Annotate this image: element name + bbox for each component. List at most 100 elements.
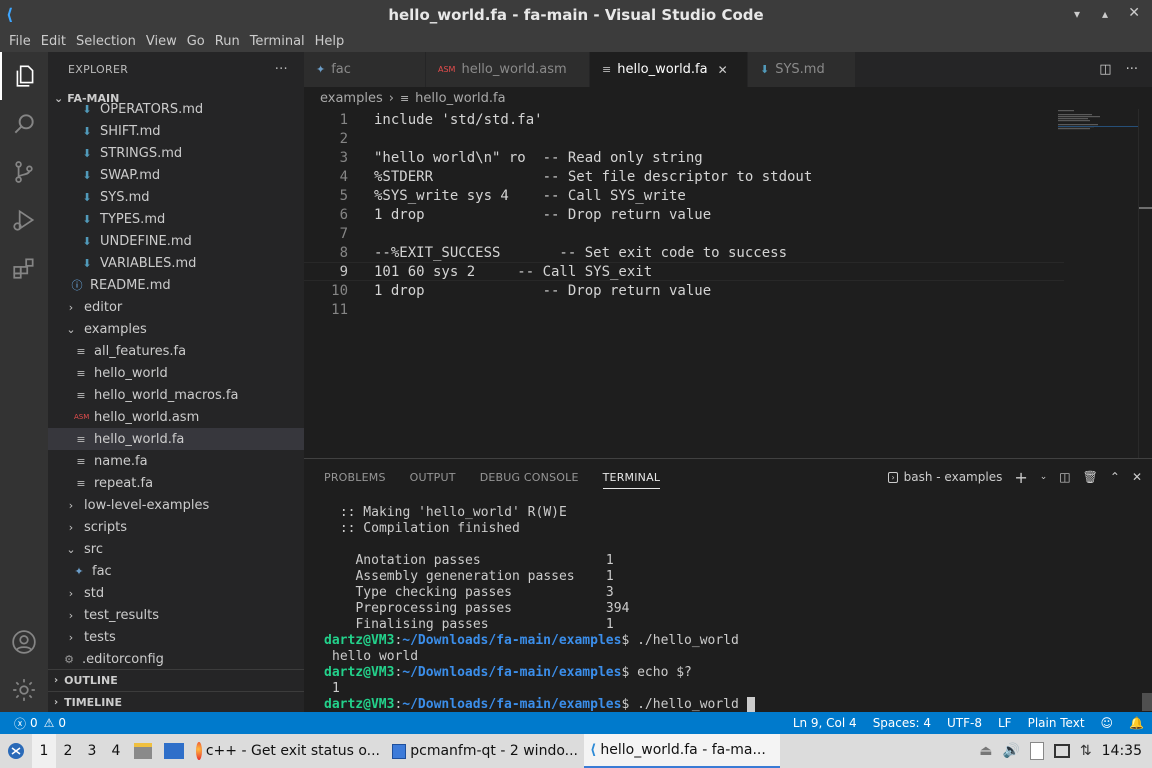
taskbar-window-vscode[interactable]: ⟨ hello_world.fa - fa-ma... (584, 734, 780, 768)
taskbar-window-firefox[interactable]: c++ - Get exit status o... (190, 734, 386, 768)
menu-selection[interactable]: Selection (71, 34, 141, 49)
tree-item[interactable]: ⬇ TYPES.md (48, 208, 304, 230)
code-line[interactable]: 9 101 60 sys 2 -- Call SYS_exit (304, 262, 1064, 281)
timeline-section[interactable]: › TIMELINE (48, 691, 304, 712)
tree-item[interactable]: ⬇ OPERATORS.md (48, 98, 304, 120)
chevron-down-icon[interactable]: ⌄ (1040, 472, 1048, 482)
code-line[interactable]: 4 %STDERR -- Set file descriptor to stdou… (304, 167, 1064, 186)
run-debug-activity[interactable] (0, 196, 48, 244)
tree-item[interactable]: ⬇ SHIFT.md (48, 120, 304, 142)
menu-help[interactable]: Help (310, 34, 350, 49)
terminal-output[interactable]: :: Making 'hello_world' R(W)E :: Compila… (324, 505, 755, 713)
tab-hello-world-asm[interactable]: ASM hello_world.asm (426, 52, 590, 87)
menu-go[interactable]: Go (182, 34, 210, 49)
tree-item[interactable]: ≡ hello_world_macros.fa (48, 384, 304, 406)
tab-fac[interactable]: ✦ fac (304, 52, 426, 87)
breadcrumb-folder[interactable]: examples (320, 91, 383, 106)
search-activity[interactable] (0, 100, 48, 148)
code-line[interactable]: 3 "hello world\n" ro -- Read only string (304, 148, 1064, 167)
menu-view[interactable]: View (141, 34, 182, 49)
tree-item[interactable]: ≡ name.fa (48, 450, 304, 472)
show-desktop-button[interactable] (158, 734, 190, 768)
restore-button[interactable]: ▴ (1102, 7, 1108, 21)
minimize-button[interactable]: ▾ (1074, 7, 1080, 21)
accounts-activity[interactable] (0, 618, 48, 666)
code-line[interactable]: 1 include 'std/std.fa' (304, 110, 1064, 129)
workspace-1[interactable]: 1 (32, 734, 56, 768)
tab-hello-world-fa[interactable]: ≡ hello_world.fa ✕ (590, 52, 748, 87)
tree-item[interactable]: ⬇ UNDEFINE.md (48, 230, 304, 252)
tree-item[interactable]: ⚙ .editorconfig (48, 648, 304, 670)
tree-item[interactable]: ≡ all_features.fa (48, 340, 304, 362)
menu-run[interactable]: Run (210, 34, 245, 49)
tree-item[interactable]: ⓘ README.md (48, 274, 304, 296)
split-editor-icon[interactable]: ◫ (1099, 62, 1111, 77)
code-line[interactable]: 2 (304, 129, 1064, 148)
more-actions-button[interactable]: ··· (275, 62, 288, 77)
tree-item[interactable]: ⬇ SYS.md (48, 186, 304, 208)
notifications-icon[interactable]: 🔔 (1121, 716, 1152, 730)
code-line[interactable]: 6 1 drop -- Drop return value (304, 205, 1064, 224)
trash-icon[interactable]: 🗑 (1083, 470, 1098, 484)
menu-edit[interactable]: Edit (36, 34, 71, 49)
tree-item[interactable]: ⌄ src (48, 538, 304, 560)
outline-section[interactable]: › OUTLINE (48, 669, 304, 691)
launcher-files[interactable] (128, 734, 158, 768)
network-icon[interactable] (1053, 744, 1070, 758)
taskbar-window-pcmanfm[interactable]: pcmanfm-qt - 2 windo... (386, 734, 584, 768)
manage-activity[interactable] (0, 666, 48, 714)
tree-item[interactable]: ASM hello_world.asm (48, 406, 304, 428)
update-icon[interactable]: ⇅ (1080, 743, 1092, 759)
workspace-4[interactable]: 4 (104, 734, 128, 768)
indentation[interactable]: Spaces: 4 (865, 716, 939, 730)
code-line[interactable]: 11 (304, 300, 1064, 319)
more-actions-icon[interactable]: ··· (1126, 62, 1138, 77)
split-terminal-icon[interactable]: ◫ (1059, 470, 1070, 484)
close-tab-icon[interactable]: ✕ (718, 63, 728, 77)
encoding[interactable]: UTF-8 (939, 716, 990, 730)
code-line[interactable]: 8 --%EXIT_SUCCESS -- Set exit code to suc… (304, 243, 1064, 262)
tree-item[interactable]: ≡ hello_world.fa (48, 428, 304, 450)
end-of-line[interactable]: LF (990, 716, 1020, 730)
terminal-scrollbar[interactable] (1142, 693, 1152, 711)
language-mode[interactable]: Plain Text (1020, 716, 1093, 730)
terminal-selector[interactable]: › bash - examples (888, 470, 1002, 484)
menu-file[interactable]: File (4, 34, 36, 49)
tree-item[interactable]: ✦ fac (48, 560, 304, 582)
volume-icon[interactable]: 🔊 (1002, 743, 1019, 759)
explorer-activity[interactable] (0, 52, 48, 100)
add-terminal-icon[interactable]: + (1014, 468, 1027, 487)
breadcrumb-file[interactable]: hello_world.fa (415, 91, 505, 106)
close-panel-icon[interactable]: ✕ (1132, 470, 1142, 484)
code-editor[interactable]: 1 include 'std/std.fa' 2 3 "hello world\n" r… (304, 109, 1152, 458)
extensions-activity[interactable] (0, 244, 48, 292)
tab-problems[interactable]: PROBLEMS (324, 471, 386, 484)
tree-item[interactable]: ⬇ VARIABLES.md (48, 252, 304, 274)
feedback-icon[interactable]: ☺ (1093, 716, 1122, 730)
tree-item[interactable]: › tests (48, 626, 304, 648)
minimap[interactable] (1058, 109, 1138, 139)
tab-debug-console[interactable]: DEBUG CONSOLE (480, 471, 579, 484)
tab-output[interactable]: OUTPUT (410, 471, 456, 484)
workspace-3[interactable]: 3 (80, 734, 104, 768)
start-menu-button[interactable] (0, 734, 32, 768)
tree-item[interactable]: ⌄ examples (48, 318, 304, 340)
code-line[interactable]: 7 (304, 224, 1064, 243)
workspace-2[interactable]: 2 (56, 734, 80, 768)
tree-item[interactable]: ≡ hello_world (48, 362, 304, 384)
code-line[interactable]: 5 %SYS_write sys 4 -- Call SYS_write (304, 186, 1064, 205)
tree-item[interactable]: › scripts (48, 516, 304, 538)
code-line[interactable]: 10 1 drop -- Drop return value (304, 281, 1064, 300)
tab-sys-md[interactable]: ⬇ SYS.md (748, 52, 856, 87)
close-window-button[interactable]: ✕ (1128, 5, 1140, 21)
clipboard-icon[interactable] (1029, 742, 1044, 760)
source-control-activity[interactable] (0, 148, 48, 196)
tree-item[interactable]: ⬇ STRINGS.md (48, 142, 304, 164)
cursor-position[interactable]: Ln 9, Col 4 (785, 716, 865, 730)
maximize-panel-icon[interactable]: ⌃ (1110, 470, 1120, 484)
menu-terminal[interactable]: Terminal (245, 34, 310, 49)
tree-item[interactable]: ⬇ SWAP.md (48, 164, 304, 186)
tree-item[interactable]: › test_results (48, 604, 304, 626)
problems-status[interactable]: ⓧ 0 ⚠ 0 (0, 715, 66, 732)
tree-item[interactable]: › low-level-examples (48, 494, 304, 516)
